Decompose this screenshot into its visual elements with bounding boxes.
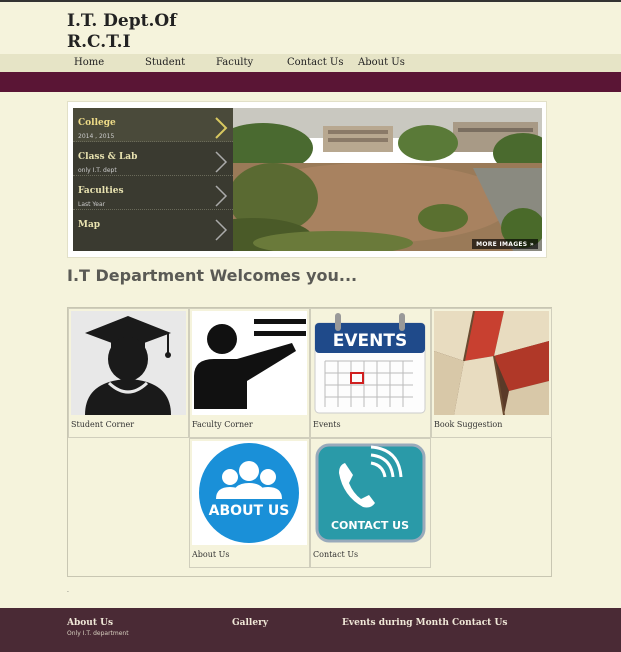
separator-dot: .	[67, 587, 69, 594]
nav-faculty[interactable]: Faculty	[216, 57, 253, 68]
slider-item-title: Class & Lab	[78, 152, 138, 162]
nav-contact-us[interactable]: Contact Us	[287, 57, 343, 68]
site-title: I.T. Dept.Of R.C.T.I	[67, 11, 197, 53]
quick-links-grid: Student Corner Faculty Corner EVENTS Eve…	[67, 307, 552, 577]
more-images-button[interactable]: MORE IMAGES »	[472, 239, 538, 249]
slider-item-map[interactable]: Map	[73, 210, 233, 244]
site-title-line2: R.C.T.I	[67, 32, 131, 52]
slider-item-title: College	[78, 118, 116, 128]
books-icon	[434, 311, 549, 415]
svg-text:EVENTS: EVENTS	[333, 331, 407, 351]
slider-item-subtitle: only I.T. dept	[78, 167, 117, 174]
chevron-right-icon	[215, 151, 228, 173]
slider-item-subtitle: 2014 , 2015	[78, 133, 115, 140]
chevron-right-icon	[215, 219, 228, 241]
slider-menu: College 2014 , 2015 Class & Lab only I.T…	[73, 108, 233, 251]
svg-text:CONTACT US: CONTACT US	[331, 519, 409, 532]
tile-label: Book Suggestion	[434, 420, 503, 429]
chevron-right-icon	[215, 117, 228, 139]
nav-about-us[interactable]: About Us	[358, 57, 405, 68]
slider-item-college[interactable]: College 2014 , 2015	[73, 108, 233, 142]
tile-student-corner[interactable]: Student Corner	[68, 308, 189, 438]
campus-photo-image	[233, 108, 542, 251]
header-band	[0, 72, 621, 92]
users-icon: ABOUT US	[192, 441, 307, 545]
tile-label: Student Corner	[71, 420, 135, 429]
slider-item-class-lab[interactable]: Class & Lab only I.T. dept	[73, 142, 233, 176]
site-title-line1: I.T. Dept.Of	[67, 11, 177, 31]
svg-text:ABOUT US: ABOUT US	[209, 503, 290, 519]
slider-item-subtitle: Last Year	[78, 201, 106, 208]
tile-book-suggestion[interactable]: Book Suggestion	[431, 308, 552, 438]
welcome-heading: I.T Department Welcomes you...	[67, 266, 358, 285]
tile-contact-us[interactable]: CONTACT US Contact Us	[310, 438, 431, 568]
nav-home[interactable]: Home	[74, 57, 104, 68]
tile-about-us[interactable]: ABOUT US About Us	[189, 438, 310, 568]
nav-student[interactable]: Student	[145, 57, 185, 68]
footer-gallery[interactable]: Gallery	[232, 618, 268, 628]
footer-contact-us[interactable]: Contact Us	[452, 618, 507, 628]
tile-label: Contact Us	[313, 550, 359, 559]
campus-photo: MORE IMAGES »	[233, 108, 542, 251]
footer-about-subtitle: Only I.T. department	[67, 630, 129, 637]
chevron-right-icon	[215, 185, 228, 207]
tile-label: About Us	[192, 550, 230, 559]
slider-item-title: Map	[78, 220, 101, 230]
tile-label: Events	[313, 420, 341, 429]
footer: About Us Only I.T. department Gallery Ev…	[0, 608, 621, 652]
footer-about-us[interactable]: About Us	[67, 618, 113, 628]
tile-events[interactable]: EVENTS Events	[310, 308, 431, 438]
footer-events[interactable]: Events during Month	[342, 618, 449, 628]
calendar-icon: EVENTS	[313, 311, 428, 415]
slider-item-faculties[interactable]: Faculties Last Year	[73, 176, 233, 210]
main-nav: Home Student Faculty Contact Us About Us	[0, 54, 621, 72]
teacher-icon	[192, 311, 307, 415]
tile-label: Faculty Corner	[192, 420, 253, 429]
slider-item-title: Faculties	[78, 186, 124, 196]
phone-icon: CONTACT US	[313, 441, 428, 545]
student-icon	[71, 311, 186, 415]
image-slider: College 2014 , 2015 Class & Lab only I.T…	[67, 101, 547, 258]
tile-faculty-corner[interactable]: Faculty Corner	[189, 308, 310, 438]
